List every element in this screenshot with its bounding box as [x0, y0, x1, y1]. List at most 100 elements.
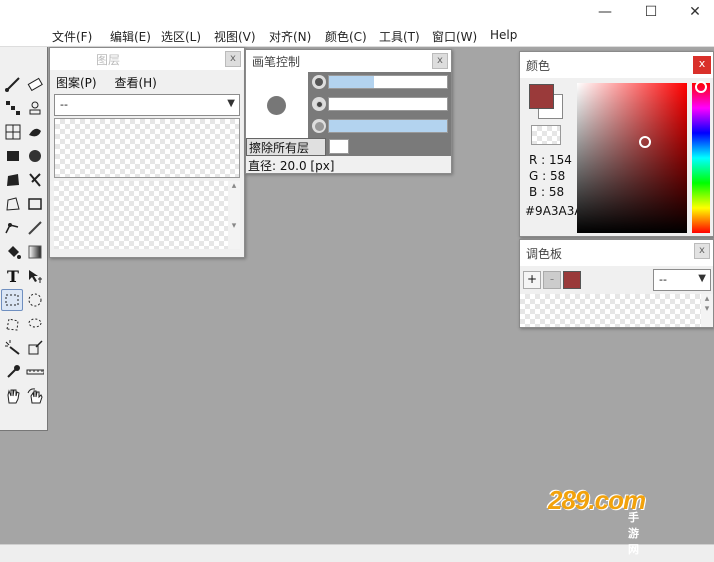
- hue-slider[interactable]: [692, 81, 710, 233]
- eyedropper-icon: [7, 365, 20, 378]
- move-tool[interactable]: [24, 265, 46, 287]
- ellipse-select-tool[interactable]: [24, 289, 46, 311]
- rect-select-tool[interactable]: [1, 289, 23, 311]
- clear-layers-row: 擦除所有层: [246, 138, 451, 156]
- curve-tool[interactable]: [24, 169, 46, 191]
- layers-menu-view[interactable]: 查看(H): [114, 76, 156, 90]
- magic-wand-icon: [5, 340, 20, 355]
- ruler-tool[interactable]: [24, 361, 46, 383]
- grid-icon: [5, 124, 21, 140]
- status-bar: [0, 544, 714, 562]
- polygon-fill-tool[interactable]: [2, 169, 24, 191]
- rectangle-icon: [28, 198, 42, 210]
- menu-file[interactable]: 文件(F): [52, 28, 92, 45]
- menu-window[interactable]: 窗口(W): [432, 28, 477, 45]
- clear-all-layers-button[interactable]: 擦除所有层: [246, 138, 326, 156]
- palette-swatch-list[interactable]: ▴ ▾: [520, 294, 713, 327]
- layers-select[interactable]: -- ▼: [54, 94, 240, 116]
- fill-tool[interactable]: [2, 241, 24, 263]
- clear-layers-swatch[interactable]: [329, 139, 349, 154]
- menu-view[interactable]: 视图(V): [214, 28, 256, 45]
- transparent-color-swatch[interactable]: [531, 125, 561, 145]
- pixels-icon: [6, 101, 20, 115]
- eraser-icon: [27, 77, 43, 92]
- lasso-tool[interactable]: [24, 313, 46, 335]
- curve-icon: [29, 173, 41, 187]
- palette-current-swatch[interactable]: [563, 271, 581, 289]
- text-tool[interactable]: T: [2, 265, 24, 287]
- brush-size-row[interactable]: [308, 72, 451, 94]
- remove-swatch-button[interactable]: -: [543, 271, 561, 289]
- hand-tool[interactable]: [2, 385, 24, 407]
- menu-align[interactable]: 对齐(N): [269, 28, 311, 45]
- color-close-button[interactable]: x: [693, 56, 711, 74]
- menu-bar: 文件(F) 编辑(E) 选区(L) 视图(V) 对齐(N) 颜色(C) 工具(T…: [0, 26, 714, 47]
- layers-panel-header: 图层 x: [50, 48, 244, 70]
- hue-slider-handle[interactable]: [695, 81, 707, 93]
- menu-help[interactable]: Help: [490, 28, 517, 42]
- menu-select[interactable]: 选区(L): [161, 28, 201, 45]
- filled-polygon-icon: [7, 174, 19, 186]
- magic-wand-tool[interactable]: [2, 337, 24, 359]
- palette-select[interactable]: -- ▼: [653, 269, 711, 291]
- rect-fill-tool[interactable]: [2, 145, 24, 167]
- brush-hardness-slider[interactable]: [328, 97, 448, 111]
- grid-tool[interactable]: [2, 121, 24, 143]
- layer-preview[interactable]: [54, 118, 240, 178]
- brush-tool[interactable]: [2, 73, 24, 95]
- layer-list[interactable]: ▴ ▾: [54, 181, 240, 249]
- palette-close-button[interactable]: x: [694, 243, 710, 259]
- primary-color-swatch[interactable]: [529, 84, 554, 109]
- polygon-tool[interactable]: [2, 193, 24, 215]
- brush-hardness-row[interactable]: [308, 94, 451, 116]
- brush-size-slider[interactable]: [328, 75, 448, 89]
- add-swatch-button[interactable]: +: [523, 271, 541, 289]
- layers-close-button[interactable]: x: [225, 51, 241, 67]
- minimize-button[interactable]: —: [582, 2, 628, 24]
- smudge-icon: [29, 128, 41, 137]
- layer-list-scrollbar[interactable]: ▴ ▾: [228, 181, 240, 249]
- pixel-tool[interactable]: [2, 97, 24, 119]
- close-button[interactable]: ✕: [672, 2, 714, 24]
- eyedropper-tool[interactable]: [2, 361, 24, 383]
- lasso-icon: [28, 318, 42, 328]
- layers-panel-title: 图层: [96, 53, 121, 67]
- brush-close-button[interactable]: x: [432, 53, 448, 69]
- color-picker-cursor[interactable]: [639, 136, 651, 148]
- bezier-icon: [5, 223, 19, 234]
- saturation-value-picker[interactable]: [577, 83, 687, 233]
- hex-value: #9A3A3A: [525, 204, 577, 218]
- hardness-icon: [312, 97, 326, 111]
- brush-opacity-slider[interactable]: [328, 119, 448, 133]
- rotate-hand-tool[interactable]: [24, 385, 46, 407]
- line-icon: [28, 221, 42, 235]
- rectangle-tool[interactable]: [24, 193, 46, 215]
- layers-panel: 图层 x 图案(P) 查看(H) -- ▼ ▴ ▾: [49, 47, 245, 258]
- polygon-select-tool[interactable]: [2, 313, 24, 335]
- brush-opacity-row[interactable]: [308, 116, 451, 138]
- ellipse-fill-tool[interactable]: [24, 145, 46, 167]
- palette-scrollbar[interactable]: ▴ ▾: [701, 294, 713, 327]
- menu-edit[interactable]: 编辑(E): [110, 28, 151, 45]
- transform-icon: [28, 340, 43, 355]
- bezier-tool[interactable]: [2, 217, 24, 239]
- move-icon: [29, 270, 42, 283]
- brush-preview: [246, 72, 308, 138]
- watermark-sub-text: 手游网: [628, 511, 639, 556]
- stamp-icon: [29, 101, 41, 115]
- palette-panel-title: 调色板: [526, 247, 563, 261]
- maximize-button[interactable]: ☐: [628, 2, 674, 24]
- layers-menu-pattern[interactable]: 图案(P): [56, 76, 97, 90]
- smudge-tool[interactable]: [24, 121, 46, 143]
- hand-icon: [7, 389, 20, 404]
- stamp-tool[interactable]: [24, 97, 46, 119]
- eraser-tool[interactable]: [24, 73, 46, 95]
- transform-tool[interactable]: [24, 337, 46, 359]
- line-tool[interactable]: [24, 217, 46, 239]
- text-icon: T: [7, 266, 19, 286]
- gradient-tool[interactable]: [24, 241, 46, 263]
- brush-control-panel: 画笔控制 x 擦除所有层 直径: 20.0 [px]: [245, 49, 452, 174]
- menu-color[interactable]: 颜色(C): [325, 28, 367, 45]
- menu-tools[interactable]: 工具(T): [379, 28, 420, 45]
- ruler-icon: [26, 369, 44, 375]
